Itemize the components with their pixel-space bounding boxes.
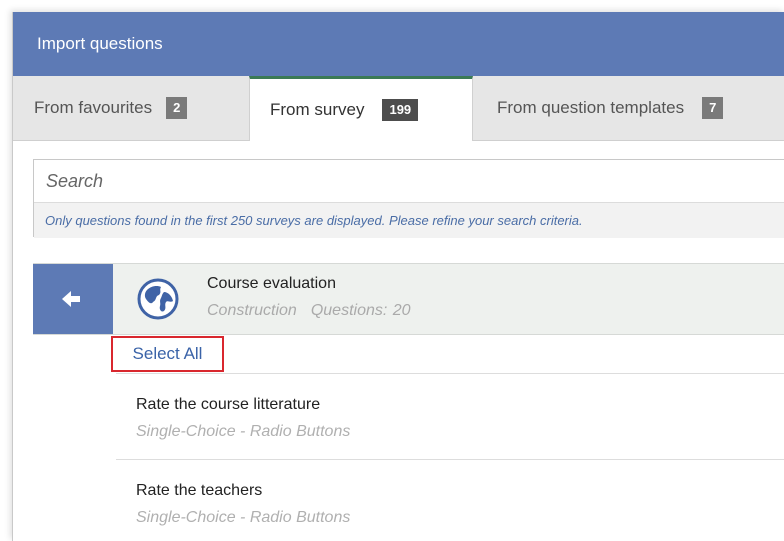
globe-icon xyxy=(137,278,179,320)
select-all-link[interactable]: Select All xyxy=(111,336,224,372)
tab-from-survey[interactable]: From survey 199 xyxy=(249,76,473,141)
tab-bar: From favourites 2 From survey 199 From q… xyxy=(13,76,784,141)
survey-row[interactable]: Course evaluation Construction Questions:… xyxy=(33,263,784,335)
survey-meta: Construction Questions: 20 xyxy=(207,302,411,320)
survey-category: Construction xyxy=(207,302,297,319)
question-title: Rate the teachers xyxy=(136,482,263,499)
dialog-title: Import questions xyxy=(37,34,163,53)
tab-label: From favourites xyxy=(34,98,153,117)
question-title: Rate the course litterature xyxy=(136,396,321,413)
search-input[interactable] xyxy=(34,160,784,202)
tab-from-question-templates[interactable]: From question templates 7 xyxy=(473,76,784,140)
arrow-left-icon xyxy=(62,291,82,307)
import-questions-dialog: Import questions From favourites 2 From … xyxy=(12,12,784,541)
dialog-title-bar: Import questions xyxy=(13,12,784,76)
survey-question-count: Questions: 20 xyxy=(310,302,411,319)
question-type: Single-Choice - Radio Buttons xyxy=(136,509,351,526)
question-list: Rate the course litterature Single-Choic… xyxy=(116,373,784,541)
tab-count-badge: 199 xyxy=(382,99,419,121)
tab-label: From question templates xyxy=(497,98,685,117)
search-box: Only questions found in the first 250 su… xyxy=(33,159,784,238)
tab-from-favourites[interactable]: From favourites 2 xyxy=(13,76,249,140)
tab-count-badge: 2 xyxy=(166,97,188,119)
question-item[interactable]: Rate the teachers Single-Choice - Radio … xyxy=(116,459,784,541)
tab-count-badge: 7 xyxy=(702,97,724,119)
question-type: Single-Choice - Radio Buttons xyxy=(136,423,351,440)
search-hint: Only questions found in the first 250 su… xyxy=(34,202,784,238)
back-button[interactable] xyxy=(33,264,113,334)
question-item[interactable]: Rate the course litterature Single-Choic… xyxy=(116,373,784,459)
survey-title: Course evaluation xyxy=(207,275,336,292)
tab-label: From survey xyxy=(270,100,365,119)
